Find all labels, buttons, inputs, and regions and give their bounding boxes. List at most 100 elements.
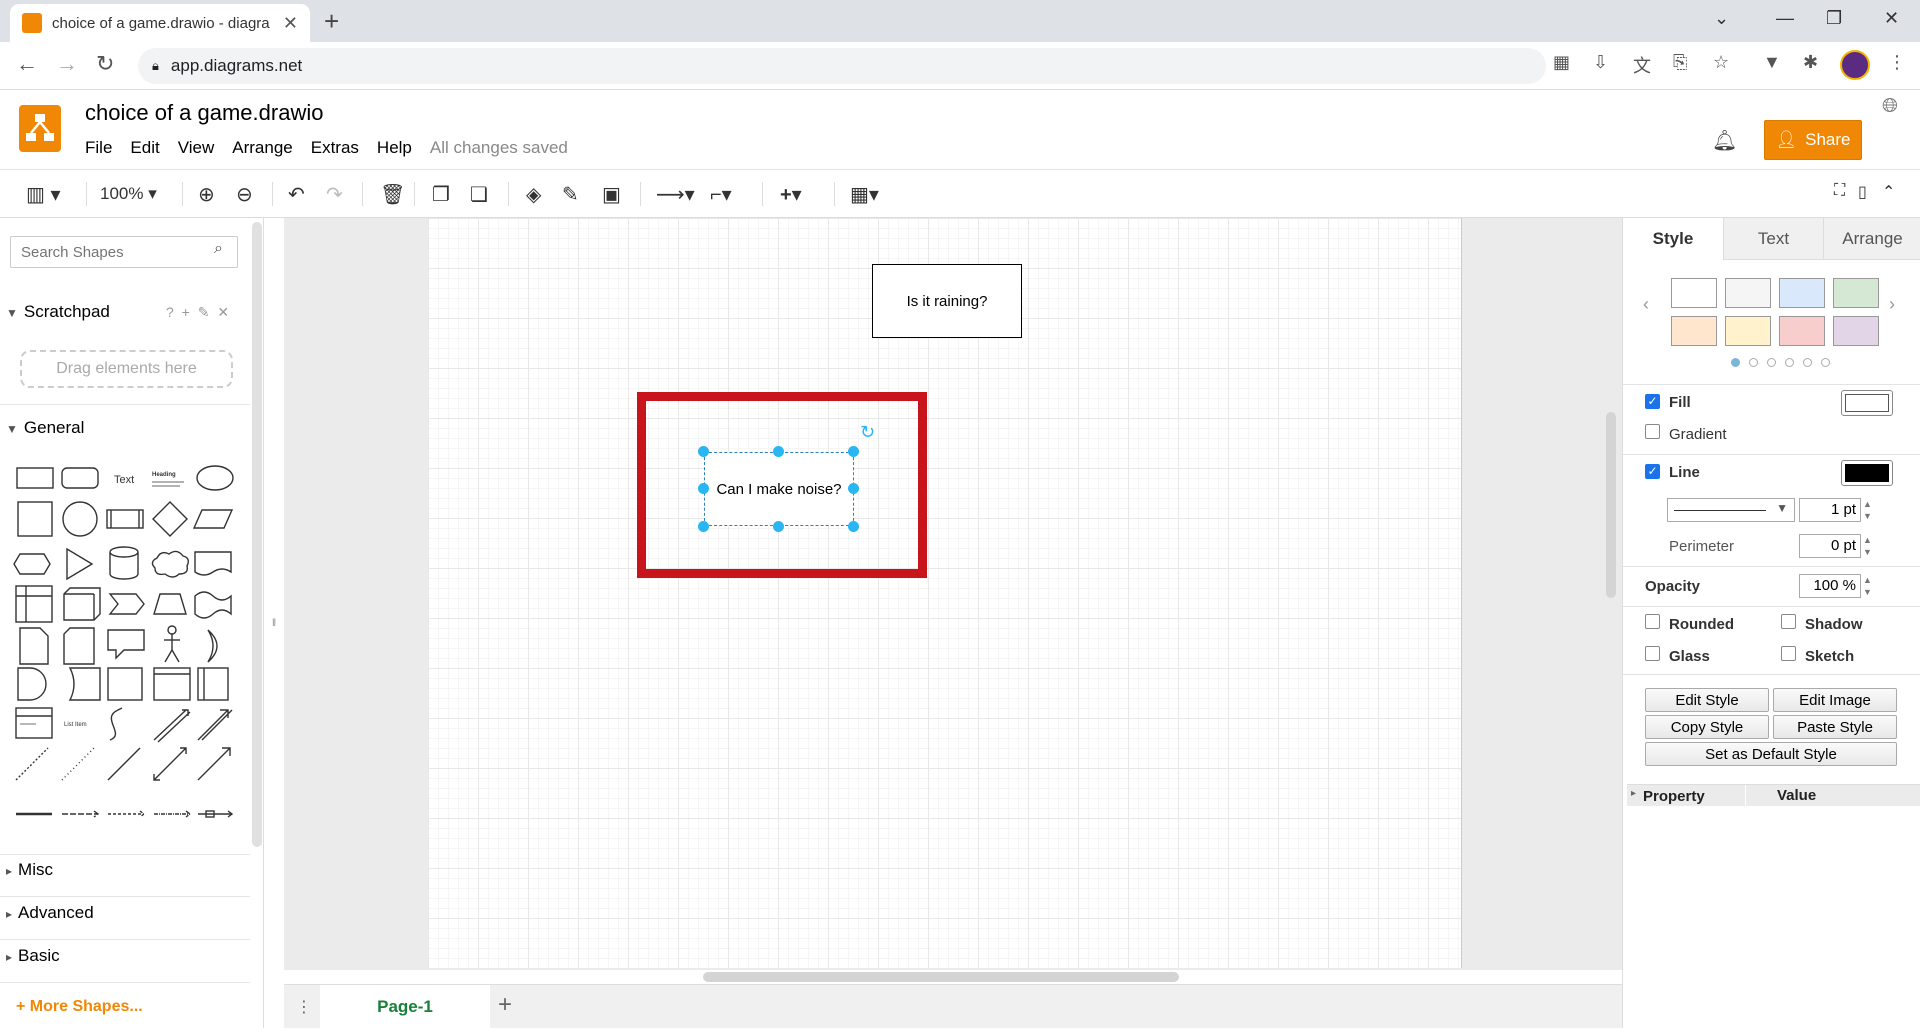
redo-icon[interactable]: ↷ [326, 182, 343, 207]
sidebar-scrollbar[interactable] [252, 222, 262, 847]
rounded-checkbox[interactable] [1645, 614, 1660, 629]
pages-menu-icon[interactable]: ⋮ [296, 997, 312, 1017]
back-icon[interactable]: ← [16, 51, 38, 77]
rotate-handle-icon[interactable]: ↻ [860, 422, 875, 443]
add-page-icon[interactable]: + [498, 991, 512, 1019]
menu-view[interactable]: View [178, 138, 215, 158]
format-toggle-icon[interactable]: ▯ [1858, 182, 1867, 202]
spinner-icon[interactable]: ▲ ▼ [1863, 534, 1872, 558]
sketch-checkbox[interactable] [1781, 646, 1796, 661]
fill-checkbox[interactable]: ✓ [1645, 394, 1660, 409]
browser-menu-icon[interactable]: ⋮ [1888, 52, 1906, 73]
shape-can-i-make-noise[interactable]: Can I make noise? [704, 452, 854, 526]
swatch-page-dot[interactable] [1749, 358, 1758, 367]
extensions-puzzle-icon[interactable]: ✱ [1803, 52, 1818, 73]
line-pattern-select[interactable]: ▼ [1667, 498, 1795, 522]
line-color-picker[interactable] [1841, 460, 1893, 486]
resize-handle[interactable] [773, 446, 784, 457]
style-swatch[interactable] [1671, 316, 1717, 346]
page-tab-page-1[interactable]: Page-1 [320, 985, 490, 1029]
browser-tab[interactable]: choice of a game.drawio - diagra ✕ [10, 4, 310, 42]
tab-arrange[interactable]: Arrange [1823, 218, 1920, 260]
scratchpad-dropzone[interactable]: Drag elements here [20, 350, 233, 388]
language-globe-icon[interactable]: 🌐︎ [1882, 95, 1898, 118]
forward-icon[interactable]: → [56, 51, 78, 77]
document-title[interactable]: choice of a game.drawio [85, 100, 323, 126]
delete-icon[interactable]: 🗑︎ [380, 182, 405, 207]
connection-style-icon[interactable]: ⟶▾ [656, 182, 695, 207]
menu-file[interactable]: File [85, 138, 112, 158]
insert-plus-icon[interactable]: +▾ [780, 182, 802, 207]
style-swatch[interactable] [1833, 278, 1879, 308]
omnibox[interactable]: 🔒︎ app.diagrams.net [138, 48, 1546, 84]
restore-icon[interactable]: ❐ [1826, 8, 1842, 29]
style-swatch[interactable] [1833, 316, 1879, 346]
perimeter-input[interactable]: 0 pt [1799, 534, 1861, 558]
qr-icon[interactable]: ▦ [1553, 52, 1570, 73]
edit-image-button[interactable]: Edit Image [1773, 688, 1897, 712]
resize-handle[interactable] [773, 521, 784, 532]
fullscreen-icon[interactable]: ⛶ [1834, 182, 1845, 200]
shadow-checkbox[interactable] [1781, 614, 1796, 629]
swatch-page-dot[interactable] [1821, 358, 1830, 367]
bookmark-star-icon[interactable]: ☆ [1713, 52, 1729, 73]
notification-bell-icon[interactable]: 🔔︎ [1712, 128, 1737, 153]
undo-icon[interactable]: ↶ [288, 182, 305, 207]
waypoints-icon[interactable]: ⌐▾ [710, 182, 732, 207]
line-width-input[interactable]: 1 pt [1799, 498, 1861, 522]
style-swatch[interactable] [1779, 278, 1825, 308]
reload-icon[interactable]: ↻ [96, 51, 114, 77]
resize-handle[interactable] [698, 521, 709, 532]
glass-checkbox[interactable] [1645, 646, 1660, 661]
swatch-page-dot[interactable] [1803, 358, 1812, 367]
sidebar-resize-handle[interactable]: ‖ [272, 618, 276, 629]
swatch-next-icon[interactable]: › [1889, 294, 1895, 315]
opacity-input[interactable]: 100 % [1799, 574, 1861, 598]
shadow-icon[interactable]: ▣ [602, 182, 621, 207]
install-icon[interactable]: ⇩ [1593, 52, 1608, 73]
tab-text[interactable]: Text [1723, 218, 1823, 260]
close-window-icon[interactable]: ✕ [1884, 8, 1899, 29]
menu-arrange[interactable]: Arrange [232, 138, 292, 158]
profile-avatar[interactable] [1840, 50, 1870, 80]
format-panel-toggle-icon[interactable]: ▥ ▾ [26, 182, 61, 207]
swatch-page-dot[interactable] [1767, 358, 1776, 367]
table-icon[interactable]: ▦▾ [850, 182, 879, 207]
tab-search-icon[interactable]: ⌄ [1714, 8, 1729, 29]
gradient-checkbox[interactable] [1645, 424, 1660, 439]
swatch-prev-icon[interactable]: ‹ [1643, 294, 1649, 315]
resize-handle[interactable] [848, 446, 859, 457]
more-shapes-link[interactable]: + More Shapes... [16, 998, 143, 1016]
basic-header[interactable]: ▸ Basic [0, 946, 60, 966]
style-swatch[interactable] [1725, 316, 1771, 346]
spinner-icon[interactable]: ▲ ▼ [1863, 498, 1872, 522]
minimize-icon[interactable]: — [1776, 8, 1794, 29]
zoom-dropdown[interactable]: 100% ▾ [100, 184, 157, 204]
collapse-icon[interactable]: ⌃ [1882, 182, 1895, 202]
misc-header[interactable]: ▸ Misc [0, 860, 53, 880]
to-front-icon[interactable]: ❐ [432, 182, 450, 207]
canvas-horizontal-scrollbar[interactable] [703, 972, 1179, 982]
shape-is-it-raining[interactable]: Is it raining? [872, 264, 1022, 338]
zoom-in-icon[interactable]: ⊕ [198, 182, 215, 207]
canvas-vertical-scrollbar[interactable] [1606, 412, 1616, 598]
new-tab-icon[interactable]: + [324, 6, 339, 37]
advanced-header[interactable]: ▸ Advanced [0, 903, 94, 923]
search-shapes-input[interactable] [10, 236, 238, 268]
general-header[interactable]: ▼ General [0, 418, 84, 438]
line-color-icon[interactable]: ✎ [562, 182, 579, 207]
resize-handle[interactable] [698, 483, 709, 494]
zoom-out-icon[interactable]: ⊖ [236, 182, 253, 207]
resize-handle[interactable] [848, 521, 859, 532]
resize-handle[interactable] [698, 446, 709, 457]
menu-extras[interactable]: Extras [311, 138, 359, 158]
scratchpad-header[interactable]: ▼ Scratchpad [0, 302, 110, 322]
spinner-icon[interactable]: ▲ ▼ [1863, 574, 1872, 598]
fill-color-icon[interactable]: ◈ [526, 182, 541, 207]
search-icon[interactable]: ⌕ [214, 240, 223, 258]
line-checkbox[interactable]: ✓ [1645, 464, 1660, 479]
translate-icon[interactable]: 文 [1633, 52, 1651, 78]
edit-style-button[interactable]: Edit Style [1645, 688, 1769, 712]
menu-help[interactable]: Help [377, 138, 412, 158]
style-swatch[interactable] [1671, 278, 1717, 308]
